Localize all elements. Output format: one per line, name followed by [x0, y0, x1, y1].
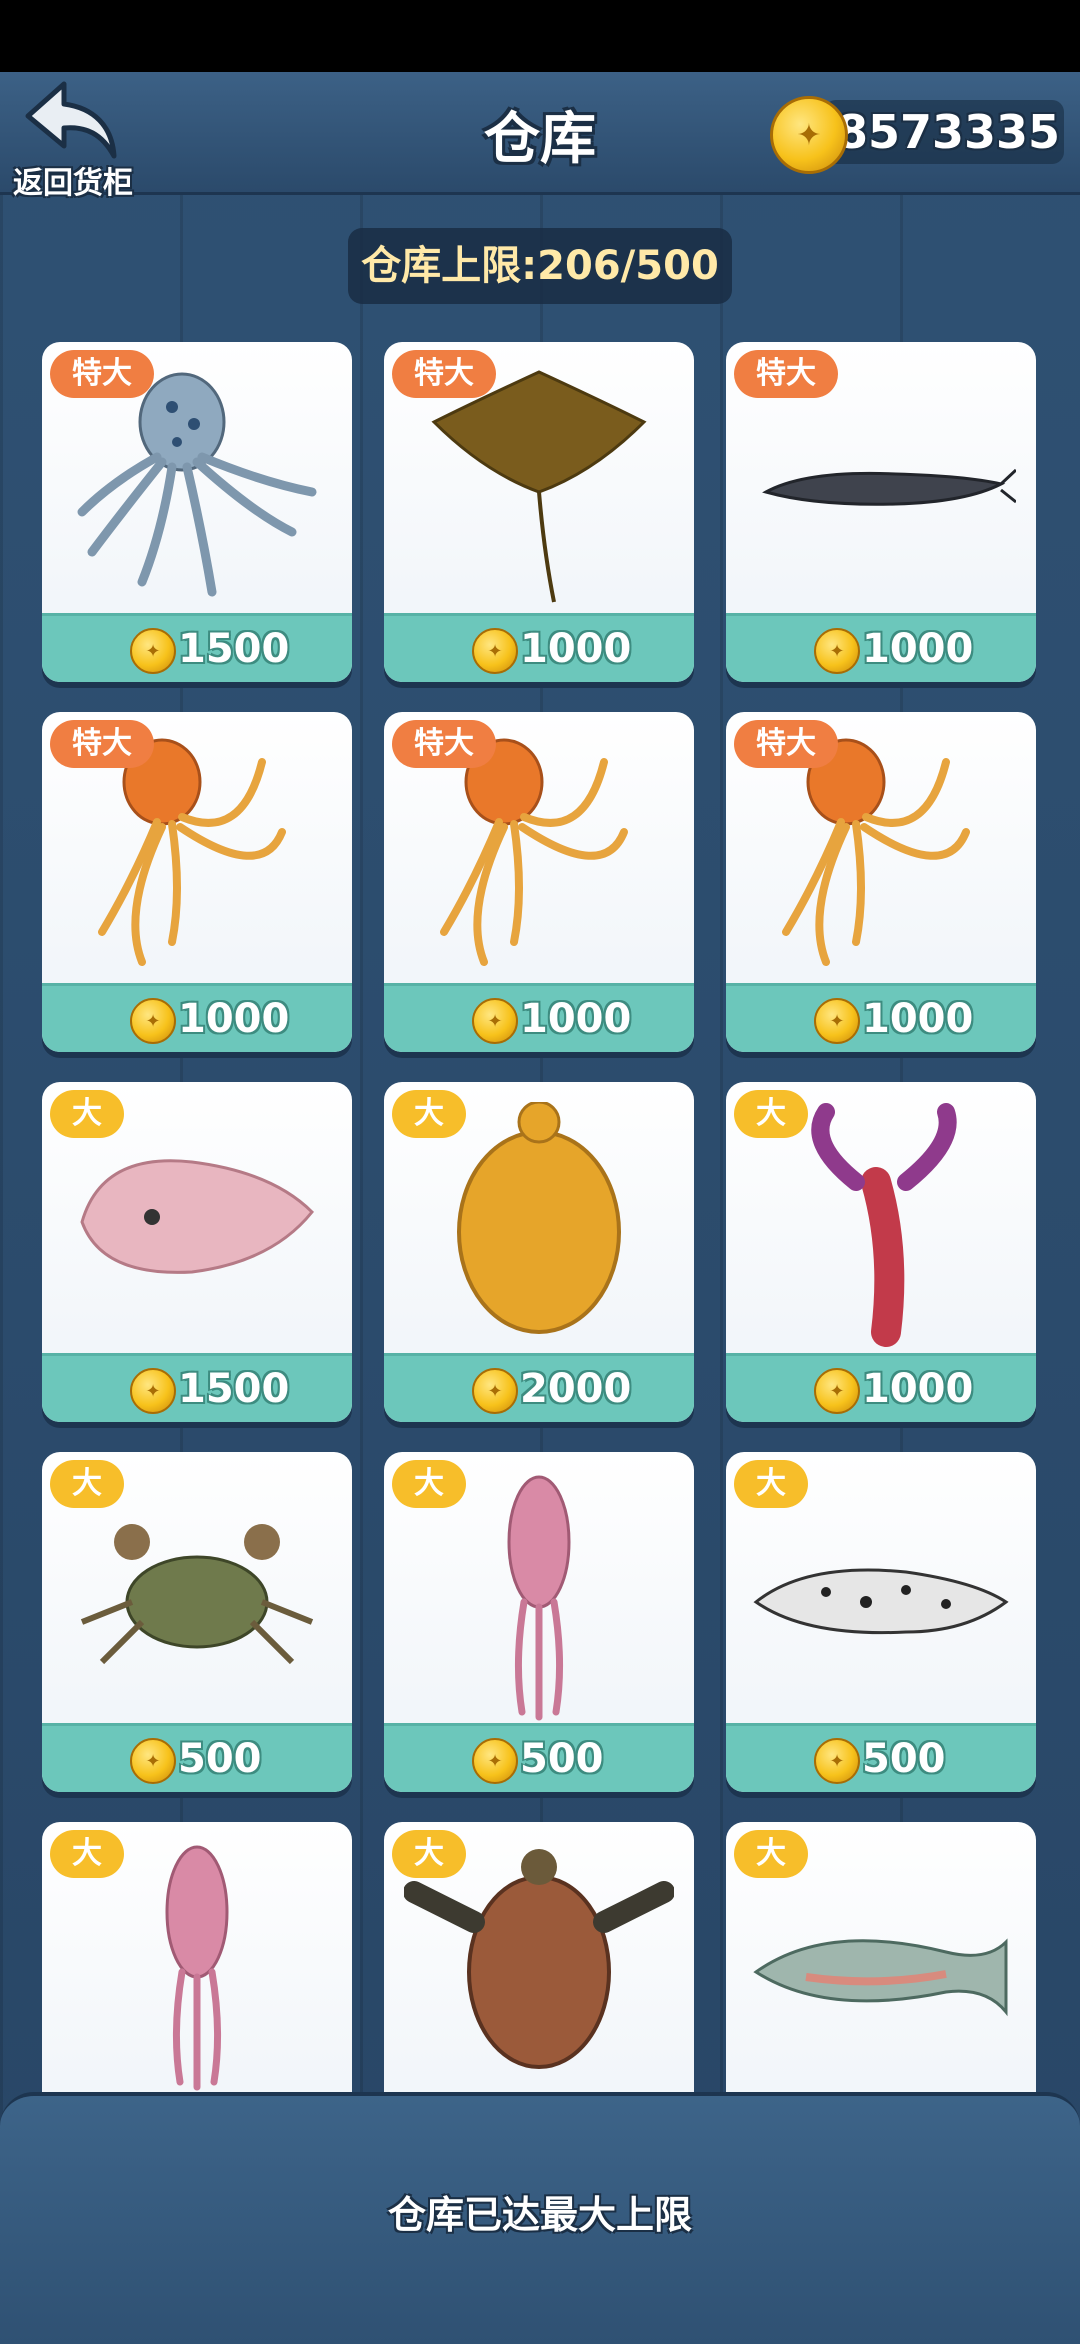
price-bar: ✦ 1000	[726, 1353, 1036, 1422]
catfish-icon	[746, 362, 1018, 612]
crab-icon	[62, 1472, 332, 1722]
blue-ringed-octopus-icon	[62, 362, 332, 612]
coin-icon: ✦	[814, 1738, 860, 1784]
item-card[interactable]: 大 ✦ 1000	[726, 1082, 1036, 1422]
coin-icon: ✦	[130, 998, 176, 1044]
item-card[interactable]: 大 ✦ 500	[384, 1452, 694, 1792]
sea-turtle-icon	[403, 1842, 675, 2092]
back-to-cabinet-button[interactable]: 返回货柜	[6, 80, 136, 201]
price-bar: ✦ 1500	[42, 1353, 352, 1422]
size-badge: 特大	[50, 350, 154, 398]
price-bar: ✦ 1000	[384, 983, 694, 1052]
price-bar: ✦ 1000	[726, 613, 1036, 682]
coin-icon: ✦	[472, 998, 518, 1044]
price-bar: ✦ 500	[726, 1723, 1036, 1792]
stingray-icon	[404, 362, 674, 612]
orange-octopus-icon	[62, 732, 332, 982]
item-price: 1000	[862, 996, 974, 1042]
item-price: 1000	[862, 626, 974, 672]
size-badge: 特大	[734, 720, 838, 768]
coin-icon: ✦	[130, 1738, 176, 1784]
orange-octopus-icon	[404, 732, 674, 982]
back-label: 返回货柜	[13, 166, 133, 201]
size-badge: 特大	[392, 350, 496, 398]
price-bar: ✦ 1000	[384, 613, 694, 682]
size-badge: 大	[50, 1460, 124, 1508]
item-card[interactable]: 特大 ✦ 1000	[384, 342, 694, 682]
price-bar: ✦ 1000	[42, 983, 352, 1052]
size-badge: 大	[734, 1090, 808, 1138]
pink-squid-icon	[404, 1472, 674, 1722]
coin-balance: 8573335 ✦	[770, 96, 1065, 174]
coin-icon: ✦	[814, 998, 860, 1044]
size-badge: 特大	[734, 350, 838, 398]
size-badge: 特大	[50, 720, 154, 768]
price-bar: ✦ 1500	[42, 613, 352, 682]
price-bar: ✦ 2000	[384, 1353, 694, 1422]
size-badge: 特大	[392, 720, 496, 768]
item-price: 500	[520, 1736, 604, 1782]
orange-octopus-icon	[746, 732, 1016, 982]
item-card[interactable]: 大 ✦ 1500	[42, 1082, 352, 1422]
spotted-catfish-icon	[746, 1472, 1016, 1722]
item-card[interactable]: 特大 ✦ 1000	[726, 342, 1036, 682]
coin-icon: ✦	[814, 628, 860, 674]
back-arrow-icon	[25, 81, 117, 159]
item-card[interactable]: 特大 ✦ 1000	[42, 712, 352, 1052]
coin-icon: ✦	[814, 1368, 860, 1414]
size-badge: 大	[392, 1460, 466, 1508]
page-title: 仓库	[484, 107, 596, 172]
price-bar: ✦ 500	[42, 1723, 352, 1792]
size-badge: 大	[50, 1830, 124, 1878]
capacity-label: 仓库上限:206/500	[348, 228, 732, 304]
item-price: 1000	[520, 626, 632, 672]
item-price: 1000	[520, 996, 632, 1042]
item-price: 2000	[520, 1366, 632, 1412]
item-card[interactable]: 大 ✦ 500	[726, 1452, 1036, 1792]
coin-amount: 8573335	[824, 100, 1064, 164]
salmon-icon	[746, 1842, 1016, 2092]
size-badge: 大	[734, 1830, 808, 1878]
price-bar: ✦ 500	[384, 1723, 694, 1792]
item-card[interactable]: 特大 ✦ 1000	[384, 712, 694, 1052]
status-bar	[0, 0, 1080, 72]
item-price: 1500	[178, 626, 290, 672]
item-price: 500	[178, 1736, 262, 1782]
coin-icon: ✦	[472, 628, 518, 674]
coin-icon: ✦	[770, 96, 848, 174]
price-bar: ✦ 1000	[726, 983, 1036, 1052]
coin-icon: ✦	[472, 1738, 518, 1784]
item-price: 500	[862, 1736, 946, 1782]
coin-icon: ✦	[130, 1368, 176, 1414]
footer-message: 仓库已达最大上限	[387, 2193, 692, 2237]
coin-icon: ✦	[472, 1368, 518, 1414]
item-card[interactable]: 大 ✦ 500	[42, 1452, 352, 1792]
item-price: 1000	[178, 996, 290, 1042]
size-badge: 大	[392, 1830, 466, 1878]
golden-turtle-icon	[404, 1100, 674, 1352]
blobfish-icon	[62, 1102, 332, 1352]
pink-squid-icon	[62, 1842, 332, 2092]
item-price: 1000	[862, 1366, 974, 1412]
size-badge: 大	[392, 1090, 466, 1138]
item-card[interactable]: 大 ✦ 2000	[384, 1082, 694, 1422]
size-badge: 大	[50, 1090, 124, 1138]
crayfish-icon	[746, 1102, 1016, 1352]
item-card[interactable]: 特大 ✦ 1000	[726, 712, 1036, 1052]
item-card[interactable]: 特大 ✦ 1500	[42, 342, 352, 682]
size-badge: 大	[734, 1460, 808, 1508]
item-price: 1500	[178, 1366, 290, 1412]
coin-icon: ✦	[130, 628, 176, 674]
